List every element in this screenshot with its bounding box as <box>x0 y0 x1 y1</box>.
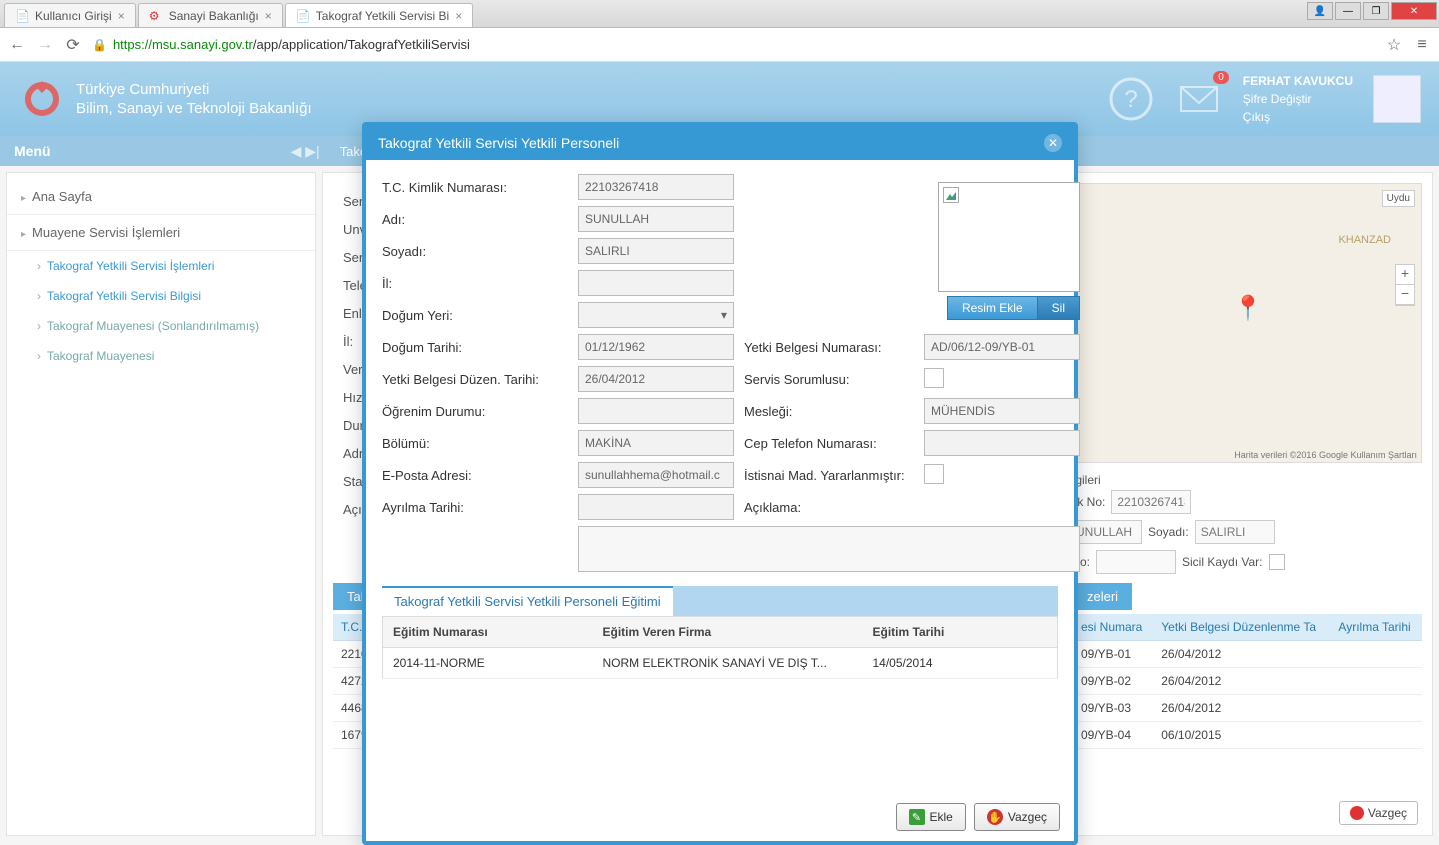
photo-delete-button[interactable]: Sil <box>1038 296 1080 320</box>
il-input[interactable] <box>578 270 734 296</box>
edu-tab[interactable]: Takograf Yetkili Servisi Yetkili Persone… <box>382 586 673 616</box>
meslek-input[interactable] <box>924 398 1080 424</box>
edu-col-tarih: Eğitim Tarihi <box>863 617 1058 648</box>
modal-title-text: Takograf Yetkili Servisi Yetkili Persone… <box>378 135 619 151</box>
table-row[interactable]: 2014-11-NORMENORM ELEKTRONİK SANAYİ VE D… <box>383 648 1058 679</box>
modal-add-button[interactable]: ✎ Ekle <box>896 803 966 831</box>
soyad-input[interactable] <box>578 238 734 264</box>
edu-table: Eğitim Numarası Eğitim Veren Firma Eğiti… <box>382 616 1058 679</box>
edu-col-no: Eğitim Numarası <box>383 617 593 648</box>
plus-icon: ✎ <box>909 809 925 825</box>
edu-col-firma: Eğitim Veren Firma <box>593 617 863 648</box>
ayrilma-input[interactable] <box>578 494 734 520</box>
modal-footer: ✎ Ekle ✋ Vazgeç <box>366 793 1074 841</box>
ogrenim-input[interactable] <box>578 398 734 424</box>
chevron-down-icon: ▾ <box>721 308 727 322</box>
istisnai-checkbox[interactable] <box>924 464 944 484</box>
cep-input[interactable] <box>924 430 1080 456</box>
modal-cancel-button[interactable]: ✋ Vazgeç <box>974 803 1060 831</box>
yetki-no-input[interactable] <box>924 334 1080 360</box>
broken-image-icon <box>943 187 959 203</box>
sorumlu-checkbox[interactable] <box>924 368 944 388</box>
dogum-yeri-select[interactable]: ▾ <box>578 302 734 328</box>
yetki-tarih-input[interactable] <box>578 366 734 392</box>
stop-icon: ✋ <box>987 809 1003 825</box>
edu-tab-strip: Takograf Yetkili Servisi Yetkili Persone… <box>382 586 1058 616</box>
modal-titlebar: Takograf Yetkili Servisi Yetkili Persone… <box>366 126 1074 160</box>
photo-add-button[interactable]: Resim Ekle <box>947 296 1038 320</box>
bolum-input[interactable] <box>578 430 734 456</box>
modal-close-button[interactable]: ✕ <box>1044 134 1062 152</box>
personnel-modal: Takograf Yetkili Servisi Yetkili Persone… <box>362 122 1078 845</box>
eposta-input[interactable] <box>578 462 734 488</box>
tc-input[interactable] <box>578 174 734 200</box>
ad-input[interactable] <box>578 206 734 232</box>
photo-preview <box>938 182 1080 292</box>
dogum-tarihi-input[interactable] <box>578 334 734 360</box>
aciklama-textarea[interactable] <box>578 526 1080 572</box>
